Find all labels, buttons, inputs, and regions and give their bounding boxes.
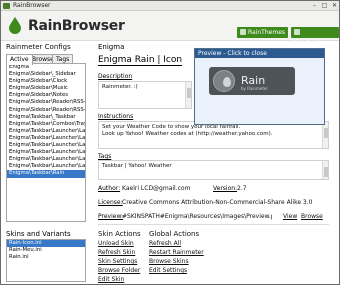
instructions-label: Instructions bbox=[98, 113, 134, 120]
author-label: Author: bbox=[98, 185, 121, 192]
rain-widget-preview: Rain by Rainmeter bbox=[209, 67, 295, 95]
preview-popup[interactable]: Preview - Click to close Rain by Rainmet… bbox=[194, 48, 325, 125]
config-item[interactable]: Enigma\Taskbar\_Taskbar bbox=[7, 114, 85, 121]
config-item[interactable]: Enigma\Taskbar\Combos\Tray bbox=[7, 121, 85, 128]
version-label: Version: bbox=[213, 185, 238, 192]
config-tree[interactable]: Enigma Enigma\Sidebar\_Sidebar Enigma\Side… bbox=[6, 63, 86, 222]
close-icon[interactable]: ✕ bbox=[330, 2, 339, 10]
rainthemes-button[interactable]: RainThemes bbox=[237, 27, 289, 38]
widget-sub: by Rainmeter bbox=[241, 86, 268, 91]
scroll-thumb[interactable] bbox=[187, 88, 191, 98]
config-item[interactable]: Enigma\Sidebar\Reader\RSS-Rea bbox=[7, 99, 85, 106]
config-item[interactable]: Enigma\Taskbar\Rain bbox=[7, 170, 85, 178]
config-item[interactable]: Enigma\Taskbar\Launcher\Launc bbox=[7, 128, 85, 135]
config-item[interactable]: Enigma\Sidebar\Clock bbox=[7, 78, 85, 85]
view-link[interactable]: View bbox=[283, 213, 297, 220]
config-list: Enigma Enigma\Sidebar\_Sidebar Enigma\Side… bbox=[7, 64, 85, 178]
app-icon bbox=[3, 3, 10, 9]
instructions-line-2: Look up Yahoo! Weather codes at (http://… bbox=[102, 131, 273, 137]
skin-action-link[interactable]: Skin Settings bbox=[98, 258, 137, 265]
skin-action-link[interactable]: Unload Skin bbox=[98, 240, 134, 247]
rainbackup-button[interactable]: RainBackup bbox=[291, 27, 339, 47]
global-actions-title: Global Actions bbox=[149, 230, 200, 238]
preview-label: Preview: bbox=[98, 213, 124, 220]
skin-action-link[interactable]: Edit Skin bbox=[98, 276, 124, 283]
configs-section: Rainmeter Configs bbox=[6, 43, 86, 51]
browse-link[interactable]: Browse bbox=[301, 213, 323, 220]
config-item[interactable]: Enigma\Taskbar\Launcher\Launc bbox=[7, 149, 85, 156]
tags-box[interactable]: Taskbar | Yahoo! Weather bbox=[98, 160, 329, 180]
minimize-icon[interactable]: – bbox=[310, 2, 319, 10]
license-label: License: bbox=[98, 199, 123, 206]
skin-title: Enigma Rain | Icon bbox=[98, 55, 183, 66]
description-text: Rainmeter. :) bbox=[102, 84, 138, 90]
skin-action-link[interactable]: Refresh Skin bbox=[98, 249, 135, 256]
skins-list[interactable]: Rain-Icon.ini Rain-Meu.ini Rain.ini bbox=[6, 239, 86, 282]
config-item[interactable]: Enigma\Taskbar\Launcher\Launc bbox=[7, 142, 85, 149]
maximize-icon[interactable]: □ bbox=[320, 2, 329, 10]
title-bar[interactable]: RainBrowser – □ ✕ bbox=[1, 1, 339, 11]
config-item[interactable]: Enigma\Taskbar\Launcher\Launc bbox=[7, 156, 85, 163]
scroll-thumb[interactable] bbox=[324, 167, 328, 177]
skin-item[interactable]: Rain.ini bbox=[7, 254, 85, 261]
description-label: Description bbox=[98, 73, 133, 80]
tags-text: Taskbar | Yahoo! Weather bbox=[102, 163, 172, 169]
config-item[interactable]: Enigma\Sidebar\Reader\RSS-Rea bbox=[7, 107, 85, 114]
app-logo: RainBrowser bbox=[28, 18, 125, 34]
global-action-link[interactable]: Browse Skins bbox=[149, 258, 189, 265]
config-item[interactable]: Enigma\Sidebar\_Sidebar bbox=[7, 71, 85, 78]
divider bbox=[98, 224, 329, 225]
header: RainBrowser RainThemes RainBackup bbox=[1, 11, 339, 47]
config-item[interactable]: Enigma\Taskbar\Launcher\Launc bbox=[7, 163, 85, 170]
preview-path: #SKINSPATH#Enigma\Resources\Images\Previ… bbox=[122, 213, 272, 220]
preview-close-bar[interactable]: Preview - Click to close bbox=[195, 49, 324, 58]
backup-icon bbox=[294, 29, 300, 35]
tab-active[interactable]: Active bbox=[6, 54, 33, 65]
scroll-thumb[interactable] bbox=[324, 128, 328, 138]
window-title: RainBrowser bbox=[13, 2, 51, 9]
raindrop-icon bbox=[223, 77, 231, 87]
instructions-line-1: Set your Weather Code to show your local… bbox=[102, 124, 241, 130]
global-action-link[interactable]: Restart Rainmeter bbox=[149, 249, 204, 256]
config-name: Enigma bbox=[98, 43, 125, 51]
author-value: Kaelri LCD@gmail.com bbox=[122, 185, 191, 192]
skins-title: Skins and Variants bbox=[6, 230, 71, 238]
configs-title: Rainmeter Configs bbox=[6, 43, 71, 51]
description-scrollbar[interactable] bbox=[185, 82, 191, 108]
config-item[interactable]: Enigma\Taskbar\Launcher\Launc bbox=[7, 135, 85, 142]
version-value: 2.7 bbox=[237, 185, 247, 192]
skin-item[interactable]: Rain-Icon.ini bbox=[7, 240, 85, 247]
instructions-box[interactable]: Set your Weather Code to show your local… bbox=[98, 121, 329, 149]
instructions-scrollbar[interactable] bbox=[322, 122, 328, 148]
description-box[interactable]: Rainmeter. :) bbox=[98, 81, 192, 109]
config-item[interactable]: Enigma\Sidebar\Music bbox=[7, 85, 85, 92]
themes-icon bbox=[240, 29, 246, 35]
skin-action-link[interactable]: Browse Folder bbox=[98, 267, 140, 274]
config-item[interactable]: Enigma bbox=[7, 64, 85, 71]
license-value: Creative Commons Attribution-Non-Commerc… bbox=[122, 199, 313, 206]
global-action-link[interactable]: Edit Settings bbox=[149, 267, 187, 274]
global-action-link[interactable]: Refresh All bbox=[149, 240, 181, 247]
main-window: RainBrowser – □ ✕ RainBrowser RainThemes… bbox=[0, 0, 340, 285]
rain-circle bbox=[213, 70, 235, 92]
tags-label: Tags bbox=[98, 153, 112, 160]
skins-list-items: Rain-Icon.ini Rain-Meu.ini Rain.ini bbox=[7, 240, 85, 261]
skin-actions-title: Skin Actions bbox=[98, 230, 141, 238]
config-item[interactable]: Enigma\Sidebar\Notes bbox=[7, 92, 85, 99]
skin-item[interactable]: Rain-Meu.ini bbox=[7, 247, 85, 254]
raindrop-logo-icon bbox=[9, 17, 21, 34]
tags-scrollbar[interactable] bbox=[322, 161, 328, 179]
